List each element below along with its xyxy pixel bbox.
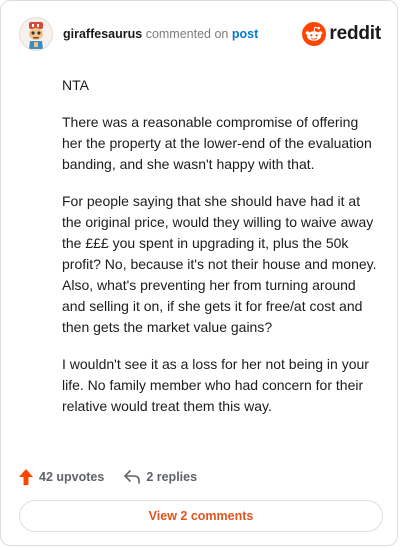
comment-paragraph: For people saying that she should have h…: [62, 193, 377, 335]
reddit-brand[interactable]: reddit: [302, 22, 381, 46]
replies-count: 2 replies: [146, 470, 198, 484]
brand-wordmark: reddit: [329, 23, 381, 44]
action-text: commented on: [145, 27, 229, 41]
comment-actions: 42 upvotes 2 replies: [19, 467, 197, 487]
comment-body: NTA There was a reasonable compromise of…: [62, 75, 380, 433]
comment-header: giraffesaurus commented on post reddit: [19, 17, 381, 51]
replies-button[interactable]: 2 replies: [124, 470, 197, 484]
username-link[interactable]: giraffesaurus: [63, 27, 142, 41]
upvote-arrow-icon: [19, 469, 33, 485]
comment-card: giraffesaurus commented on post reddit N…: [0, 0, 398, 546]
comment-paragraph: There was a reasonable compromise of off…: [62, 114, 372, 172]
avatar[interactable]: [19, 17, 53, 51]
comment-paragraph: I wouldn't see it as a loss for her not …: [62, 356, 369, 414]
comment-meta: giraffesaurus commented on post: [63, 27, 258, 41]
post-link[interactable]: post: [232, 27, 258, 41]
comment-paragraph: NTA: [62, 77, 89, 93]
avatar-icon: [29, 22, 43, 49]
upvote-button[interactable]: 42 upvotes: [19, 469, 104, 485]
reddit-logo-icon: [302, 22, 327, 46]
view-comments-button[interactable]: View 2 comments: [19, 500, 383, 532]
reply-arrow-icon: [124, 470, 141, 484]
upvote-count: 42 upvotes: [39, 470, 105, 484]
